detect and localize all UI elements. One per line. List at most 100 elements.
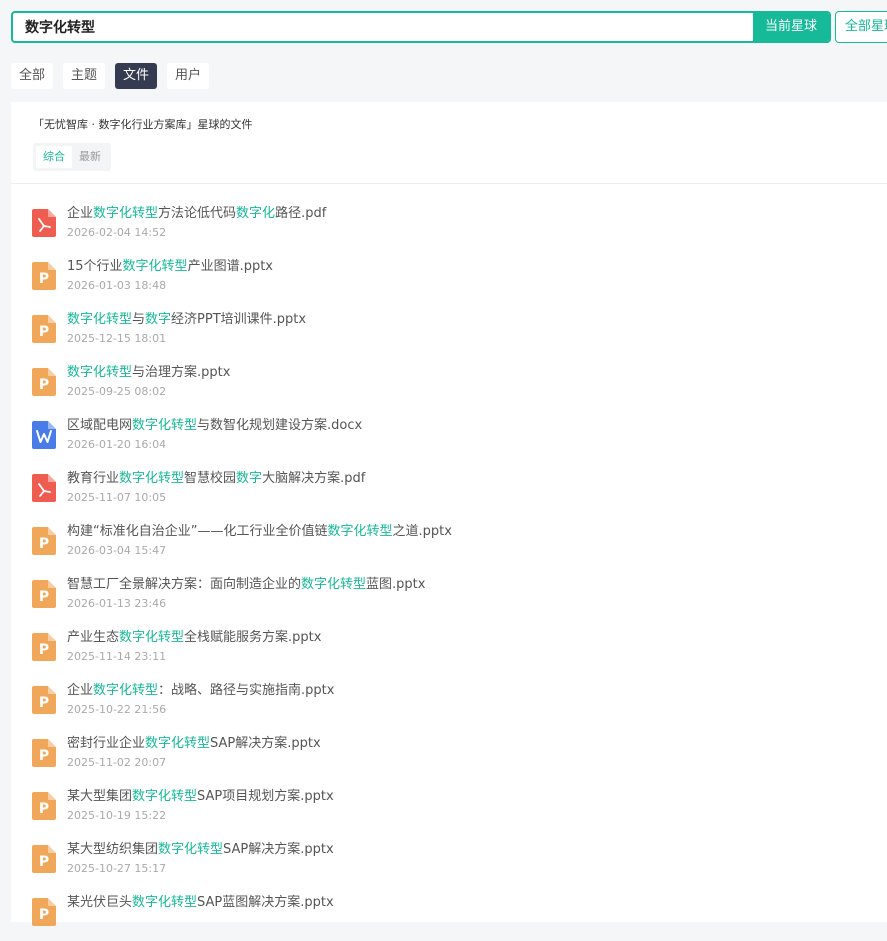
file-name[interactable]: 企业数字化转型：战略、路径与实施指南.pptx	[67, 682, 334, 699]
file-date: 2025-11-07 10:05	[67, 491, 167, 504]
file-name[interactable]: 企业数字化转型方法论低代码数字化路径.pdf	[67, 205, 326, 222]
file-name-text: 智慧校园	[184, 471, 237, 486]
file-name[interactable]: 区域配电网数字化转型与数智化规划建设方案.docx	[67, 417, 362, 434]
pptx-file-icon: P	[32, 315, 56, 343]
file-date: 2025-10-22 21:56	[67, 703, 167, 716]
file-name-text: 与数智化规划建设方案.docx	[197, 418, 363, 433]
search-bar: 当前星球 全部星球	[0, 0, 887, 52]
file-name-text: 某大型集团	[67, 789, 133, 804]
file-name[interactable]: 数字化转型与数字经济PPT培训课件.pptx	[67, 311, 306, 328]
keyword-highlight: 数字化转型	[132, 895, 198, 910]
file-date: 2025-11-02 20:07	[67, 756, 167, 769]
results-title: 「无忧智库 · 数字化行业方案库」星球的文件	[33, 118, 253, 131]
docx-file-icon	[32, 421, 56, 449]
file-item[interactable]: 企业数字化转型方法论低代码数字化路径.pdf 2026-02-04 14:52	[11, 199, 887, 252]
sort-comprehensive[interactable]: 综合	[36, 146, 72, 168]
pptx-file-icon: P	[32, 792, 56, 820]
tab-topic[interactable]: 主题	[63, 63, 106, 89]
file-item[interactable]: 教育行业数字化转型智慧校园数字大脑解决方案.pdf 2025-11-07 10:0…	[11, 464, 887, 517]
tab-file[interactable]: 文件	[115, 63, 158, 89]
pptx-file-icon: P	[32, 845, 56, 873]
file-name[interactable]: 产业生态数字化转型全栈赋能服务方案.pptx	[67, 629, 321, 646]
keyword-highlight: 数字	[145, 312, 172, 327]
file-date: 2025-10-27 15:17	[67, 862, 167, 875]
keyword-highlight: 数字化转型	[122, 259, 188, 274]
file-date: 2026-01-03 18:48	[67, 279, 167, 292]
keyword-highlight: 数字化转型	[158, 842, 224, 857]
search-current-planet-button[interactable]: 当前星球	[753, 13, 829, 41]
results-panel: 「无忧智库 · 数字化行业方案库」星球的文件 综合 最新 企业数字化转型方法论低代…	[11, 102, 887, 926]
keyword-highlight: 数字化转型	[132, 418, 198, 433]
file-item[interactable]: P 智慧工厂全景解决方案：面向制造企业的数字化转型蓝图.pptx 2026-01-1…	[11, 570, 887, 623]
svg-text:P: P	[39, 907, 49, 923]
file-name-text: 与治理方案.pptx	[132, 365, 231, 380]
sort-latest[interactable]: 最新	[72, 146, 108, 168]
file-item[interactable]: P 某光伏巨头数字化转型SAP蓝图解决方案.pptx	[11, 888, 887, 941]
file-name-text: 路径.pdf	[275, 206, 327, 221]
file-name-text: 区域配电网	[67, 418, 133, 433]
file-name-text: 与	[132, 312, 146, 327]
pdf-file-icon	[32, 209, 56, 237]
svg-text:P: P	[39, 801, 49, 817]
file-name[interactable]: 15个行业数字化转型产业图谱.pptx	[67, 258, 273, 275]
file-name[interactable]: 教育行业数字化转型智慧校园数字大脑解决方案.pdf	[67, 470, 365, 487]
file-name[interactable]: 构建“标准化自治企业”——化工行业全价值链数字化转型之道.pptx	[67, 523, 452, 540]
file-name-text: 某大型纺织集团	[67, 842, 159, 857]
file-item[interactable]: P 构建“标准化自治企业”——化工行业全价值链数字化转型之道.pptx 2026-0…	[11, 517, 887, 570]
file-name-text: 教育行业	[67, 471, 120, 486]
svg-text:P: P	[39, 854, 49, 870]
file-date: 2025-09-25 08:02	[67, 385, 167, 398]
pptx-file-icon: P	[32, 739, 56, 767]
file-list: 企业数字化转型方法论低代码数字化路径.pdf 2026-02-04 14:52 P 1…	[11, 199, 887, 941]
svg-text:P: P	[39, 589, 49, 605]
file-name[interactable]: 智慧工厂全景解决方案：面向制造企业的数字化转型蓝图.pptx	[67, 576, 425, 593]
svg-text:P: P	[39, 271, 49, 287]
file-item[interactable]: P 某大型纺织集团数字化转型SAP解决方案.pptx 2025-10-27 15:1…	[11, 835, 887, 888]
tab-all[interactable]: 全部	[11, 63, 54, 89]
file-item[interactable]: P 产业生态数字化转型全栈赋能服务方案.pptx 2025-11-14 23:11	[11, 623, 887, 676]
file-name-text: 智慧工厂全景解决方案：面向制造企业的	[67, 577, 302, 592]
pptx-file-icon: P	[32, 368, 56, 396]
keyword-highlight: 数字化	[236, 206, 276, 221]
file-date: 2025-12-15 18:01	[67, 332, 167, 345]
file-name-text: 经济PPT培训课件.pptx	[171, 312, 307, 327]
tab-user[interactable]: 用户	[167, 63, 210, 89]
pptx-file-icon: P	[32, 686, 56, 714]
keyword-highlight: 数字化转型	[67, 365, 133, 380]
svg-text:P: P	[39, 642, 49, 658]
file-name[interactable]: 某大型纺织集团数字化转型SAP解决方案.pptx	[67, 841, 334, 858]
file-name[interactable]: 某光伏巨头数字化转型SAP蓝图解决方案.pptx	[67, 894, 334, 911]
keyword-highlight: 数字化转型	[93, 683, 159, 698]
sort-toggle: 综合 最新	[33, 143, 111, 171]
file-item[interactable]: P 某大型集团数字化转型SAP项目规划方案.pptx 2025-10-19 15:2…	[11, 782, 887, 835]
file-item[interactable]: P 15个行业数字化转型产业图谱.pptx 2026-01-03 18:48	[11, 252, 887, 305]
file-name[interactable]: 数字化转型与治理方案.pptx	[67, 364, 230, 381]
keyword-highlight: 数字化转型	[67, 312, 133, 327]
file-name[interactable]: 某大型集团数字化转型SAP项目规划方案.pptx	[67, 788, 334, 805]
file-item[interactable]: 区域配电网数字化转型与数智化规划建设方案.docx 2026-01-20 16:0…	[11, 411, 887, 464]
file-name-text: 15个行业	[67, 259, 123, 274]
file-date: 2026-03-04 15:47	[67, 544, 167, 557]
pptx-file-icon: P	[32, 580, 56, 608]
svg-text:P: P	[39, 695, 49, 711]
file-item[interactable]: P 密封行业企业数字化转型SAP解决方案.pptx 2025-11-02 20:07	[11, 729, 887, 782]
file-name-text: 蓝图.pptx	[366, 577, 426, 592]
file-date: 2026-01-13 23:46	[67, 597, 167, 610]
keyword-highlight: 数字化转型	[301, 577, 367, 592]
file-item[interactable]: P 数字化转型与治理方案.pptx 2025-09-25 08:02	[11, 358, 887, 411]
search-all-planets-button[interactable]: 全部星球	[835, 11, 887, 43]
file-name-text: 构建“标准化自治企业”——化工行业全价值链	[67, 524, 328, 539]
file-item[interactable]: P 企业数字化转型：战略、路径与实施指南.pptx 2025-10-22 21:56	[11, 676, 887, 729]
search-input[interactable]	[13, 13, 755, 41]
file-date: 2026-02-04 14:52	[67, 226, 167, 239]
file-name-text: 全栈赋能服务方案.pptx	[184, 630, 322, 645]
search-box: 当前星球	[11, 11, 831, 43]
file-date: 2025-11-14 23:11	[67, 650, 167, 663]
file-name-text: SAP蓝图解决方案.pptx	[197, 895, 334, 910]
file-name-text: 密封行业企业	[67, 736, 146, 751]
file-name[interactable]: 密封行业企业数字化转型SAP解决方案.pptx	[67, 735, 321, 752]
file-name-text: 某光伏巨头	[67, 895, 133, 910]
svg-text:P: P	[39, 748, 49, 764]
file-item[interactable]: P 数字化转型与数字经济PPT培训课件.pptx 2025-12-15 18:01	[11, 305, 887, 358]
pdf-file-icon	[32, 474, 56, 502]
